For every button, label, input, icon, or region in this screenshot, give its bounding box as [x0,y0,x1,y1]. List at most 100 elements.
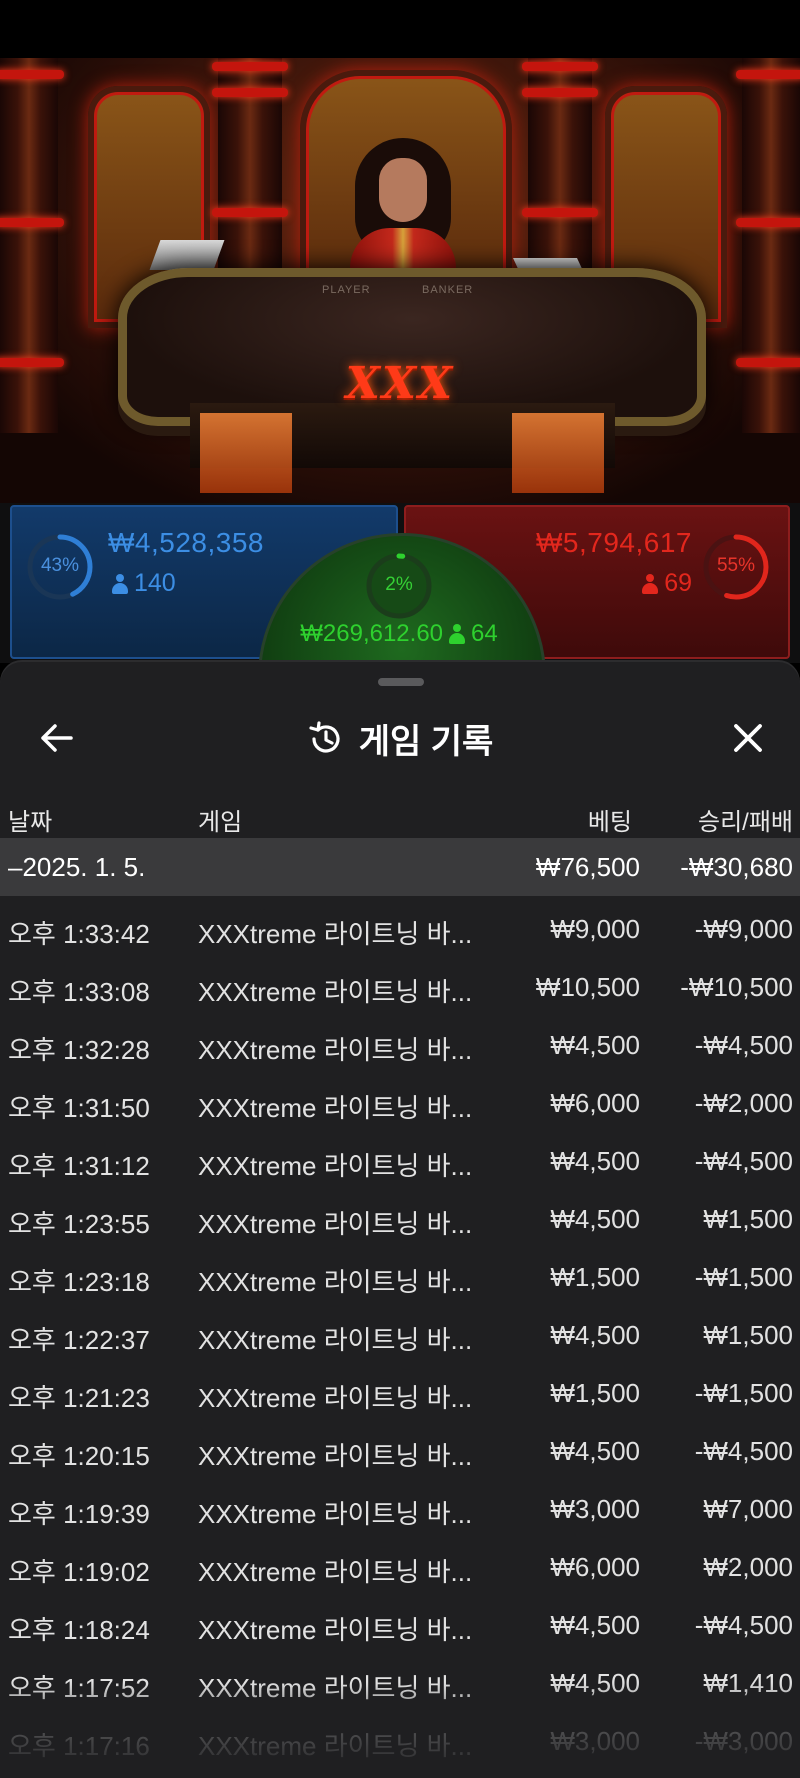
history-row[interactable]: 오후 1:33:42 XXXtreme 라이트닝 바... ₩9,000 -₩9,00… [0,900,800,958]
game-history-sheet: 게임 기록 날짜 게임 베팅 승리/패배 –2025. 1. 5. ₩76,50… [0,662,800,1778]
history-table-header: 날짜 게임 베팅 승리/패배 [0,792,800,842]
row-bet-amount: ₩4,500 [550,1436,640,1466]
row-result-amount: ₩1,500 [703,1204,793,1234]
row-bet-amount: ₩4,500 [550,1204,640,1234]
row-time: 오후 1:19:39 [8,1499,150,1529]
player-count-value: 140 [134,569,176,597]
banker-bet-total: ₩5,794,617 [536,527,692,558]
banker-percent: 55% [716,555,756,576]
column-game: 게임 [198,809,243,836]
row-result-amount: -₩4,500 [694,1436,793,1466]
row-bet-amount: ₩4,500 [550,1668,640,1698]
row-time: 오후 1:31:12 [8,1151,150,1181]
row-game-name: XXXtreme 라이트닝 바... [198,1441,473,1471]
row-time: 오후 1:23:55 [8,1209,150,1239]
row-result-amount: -₩2,000 [694,1088,793,1118]
row-bet-amount: ₩6,000 [550,1552,640,1582]
game-logo: XXX [345,358,455,409]
history-row[interactable]: 오후 1:23:18 XXXtreme 라이트닝 바... ₩1,500 -₩1,50… [0,1248,800,1306]
row-time: 오후 1:21:23 [8,1383,150,1413]
row-time: 오후 1:17:52 [8,1673,150,1703]
person-icon [112,573,128,594]
row-game-name: XXXtreme 라이트닝 바... [198,1383,473,1413]
history-row[interactable]: 오후 1:17:52 XXXtreme 라이트닝 바... ₩4,500 ₩1,410 [0,1654,800,1712]
row-time: 오후 1:33:08 [8,977,150,1007]
date-group-label: –2025. 1. 5. [8,852,146,882]
banker-count-value: 69 [664,569,692,597]
row-time: 오후 1:17:16 [8,1731,150,1761]
row-game-name: XXXtreme 라이트닝 바... [198,1209,473,1239]
row-bet-amount: ₩10,500 [535,972,640,1002]
history-row[interactable]: 오후 1:31:50 XXXtreme 라이트닝 바... ₩6,000 -₩2,00… [0,1074,800,1132]
history-row[interactable]: 오후 1:31:12 XXXtreme 라이트닝 바... ₩4,500 -₩4,50… [0,1132,800,1190]
dealer-face [379,158,427,222]
row-result-amount: ₩2,000 [703,1552,793,1582]
history-table-body: –2025. 1. 5. ₩76,500 -₩30,680 오후 1:33:42… [0,838,800,1770]
live-video-stream: PLAYER BANKER XXX [0,58,800,503]
row-bet-amount: ₩4,500 [550,1610,640,1640]
date-group-result-total: -₩30,680 [680,852,793,882]
card-shoe-left [149,240,225,270]
row-game-name: XXXtreme 라이트닝 바... [198,1673,473,1703]
tie-bet-total: ₩269,612.60 [300,620,444,647]
row-game-name: XXXtreme 라이트닝 바... [198,1731,473,1761]
history-row[interactable]: 오후 1:32:28 XXXtreme 라이트닝 바... ₩4,500 -₩4,50… [0,1016,800,1074]
close-button[interactable] [722,712,774,764]
sheet-header: 게임 기록 [0,702,800,772]
row-time: 오후 1:31:50 [8,1093,150,1123]
person-icon [449,624,466,644]
player-bet-total: ₩4,528,358 [108,527,264,558]
row-game-name: XXXtreme 라이트닝 바... [198,1557,473,1587]
banker-bettor-count: 69 [642,569,692,598]
row-result-amount: -₩4,500 [694,1030,793,1060]
person-icon [642,573,659,594]
row-time: 오후 1:23:18 [8,1267,150,1297]
player-percent: 43% [40,555,80,576]
date-group-bet-total: ₩76,500 [535,852,640,882]
row-bet-amount: ₩4,500 [550,1146,640,1176]
row-game-name: XXXtreme 라이트닝 바... [198,1035,473,1065]
row-result-amount: -₩1,500 [694,1378,793,1408]
tie-bet-summary: ₩269,612.60 64 [261,620,537,648]
row-bet-amount: ₩3,000 [550,1726,640,1756]
history-row[interactable]: 오후 1:19:39 XXXtreme 라이트닝 바... ₩3,000 ₩7,000 [0,1480,800,1538]
history-row[interactable]: 오후 1:21:23 XXXtreme 라이트닝 바... ₩1,500 -₩1,50… [0,1364,800,1422]
table-label-banker: BANKER [422,284,474,296]
row-result-amount: ₩1,500 [703,1320,793,1350]
history-row[interactable]: 오후 1:18:24 XXXtreme 라이트닝 바... ₩4,500 -₩4,50… [0,1596,800,1654]
tie-count-value: 64 [471,620,498,647]
history-row[interactable]: 오후 1:19:02 XXXtreme 라이트닝 바... ₩6,000 ₩2,000 [0,1538,800,1596]
history-row[interactable]: 오후 1:23:55 XXXtreme 라이트닝 바... ₩4,500 ₩1,500 [0,1190,800,1248]
row-bet-amount: ₩6,000 [550,1088,640,1118]
date-group-row[interactable]: –2025. 1. 5. ₩76,500 -₩30,680 [0,838,800,896]
close-icon [734,724,762,752]
history-row[interactable]: 오후 1:22:37 XXXtreme 라이트닝 바... ₩4,500 ₩1,500 [0,1306,800,1364]
row-time: 오후 1:33:42 [8,919,150,949]
history-row[interactable]: 오후 1:17:16 XXXtreme 라이트닝 바... ₩3,000 -₩3,00… [0,1712,800,1770]
sheet-drag-handle[interactable] [378,678,424,686]
betting-panel: 43% ₩4,528,358 140 55% ₩5,794,617 69 2% … [0,503,800,821]
row-bet-amount: ₩1,500 [550,1262,640,1292]
row-game-name: XXXtreme 라이트닝 바... [198,919,473,949]
row-bet-amount: ₩1,500 [550,1378,640,1408]
row-result-amount: ₩7,000 [703,1494,793,1524]
history-icon [309,720,340,752]
row-game-name: XXXtreme 라이트닝 바... [198,1615,473,1645]
history-row[interactable]: 오후 1:20:15 XXXtreme 라이트닝 바... ₩4,500 -₩4,50… [0,1422,800,1480]
sheet-title: 게임 기록 [358,723,494,761]
row-time: 오후 1:20:15 [8,1441,150,1471]
table-glow-right [512,413,604,493]
row-result-amount: ₩1,410 [703,1668,793,1698]
row-result-amount: -₩10,500 [680,972,793,1002]
player-bettor-count: 140 [112,569,176,598]
column-date: 날짜 [8,809,53,836]
row-game-name: XXXtreme 라이트닝 바... [198,1151,473,1181]
row-game-name: XXXtreme 라이트닝 바... [198,1093,473,1123]
history-row[interactable]: 오후 1:33:08 XXXtreme 라이트닝 바... ₩10,500 -₩10,… [0,958,800,1016]
row-result-amount: -₩1,500 [694,1262,793,1292]
table-label-player: PLAYER [322,284,371,296]
row-game-name: XXXtreme 라이트닝 바... [198,1499,473,1529]
row-game-name: XXXtreme 라이트닝 바... [198,1325,473,1355]
row-bet-amount: ₩9,000 [550,914,640,944]
row-time: 오후 1:22:37 [8,1325,150,1355]
